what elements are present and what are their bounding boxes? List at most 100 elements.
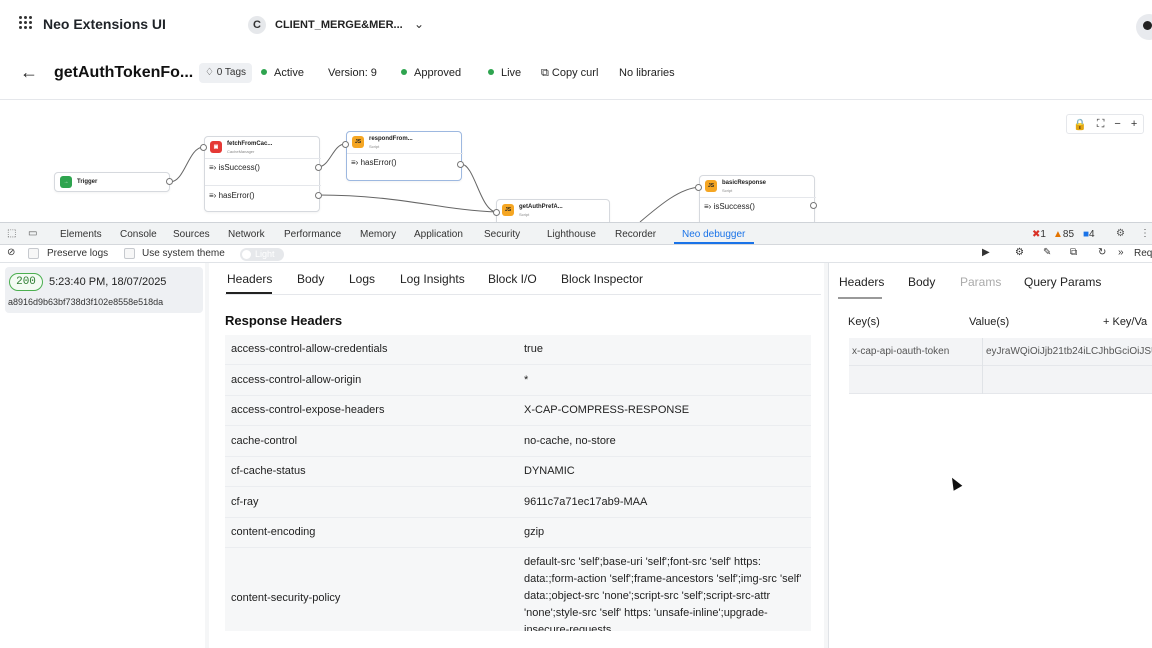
active-dot-icon <box>261 69 267 75</box>
devtools-tab-neo-debugger[interactable]: Neo debugger <box>682 229 745 240</box>
play-icon[interactable]: ▶ <box>982 247 990 258</box>
port-basic-success[interactable] <box>810 202 817 209</box>
tags-badge[interactable]: ♢ 0 Tags <box>199 63 253 83</box>
theme-toggle[interactable]: Light <box>240 248 284 261</box>
devtools-tab-application[interactable]: Application <box>414 229 463 240</box>
tab-log-insights[interactable]: Log Insights <box>400 272 465 286</box>
edge-trigger-fetch <box>169 146 204 183</box>
tab-block-inspector[interactable]: Block Inspector <box>561 272 643 286</box>
port-getauth-in[interactable] <box>493 209 500 216</box>
node-respond[interactable]: JS respondFrom... Script ≡› hasError() <box>346 131 463 181</box>
script-icon: JS <box>352 136 364 148</box>
device-toggle-icon[interactable]: ▭ <box>28 228 37 239</box>
port-basic-in[interactable] <box>695 184 702 191</box>
port-fetch-error[interactable] <box>315 192 322 199</box>
response-headers-table: access-control-allow-credentials true ac… <box>225 335 811 631</box>
column-divider <box>982 338 983 394</box>
double-chevron-icon[interactable]: » <box>1118 247 1124 258</box>
node-trigger[interactable]: → Trigger <box>54 172 170 192</box>
more-vert-icon[interactable]: ⋮ <box>1140 228 1150 239</box>
node-fetch-row-success: ≡› isSuccess() <box>209 163 260 172</box>
back-arrow-icon[interactable]: ← <box>20 62 38 83</box>
port-trigger-out[interactable] <box>166 178 173 185</box>
clear-block-icon[interactable]: ⊘ <box>7 247 15 258</box>
request-label[interactable]: Req <box>1134 248 1152 259</box>
status-active-label: Active <box>274 67 304 79</box>
live-dot-icon <box>488 69 494 75</box>
header-value: X-CAP-COMPRESS-RESPONSE <box>524 404 690 416</box>
zoom-in-icon[interactable]: + <box>1131 118 1137 130</box>
node-basic-divider <box>700 197 816 198</box>
node-fetch[interactable]: ▣ fetchFromCac... CacheManager ≡› isSucc… <box>204 136 321 212</box>
log-item[interactable]: 200 5:23:40 PM, 18/07/2025 a8916d9b63bf7… <box>5 267 203 313</box>
devtools-tab-recorder[interactable]: Recorder <box>615 229 656 240</box>
devtools-tab-sources[interactable]: Sources <box>173 229 210 240</box>
devtools-tab-memory[interactable]: Memory <box>360 229 396 240</box>
message-count-value: 4 <box>1089 229 1095 240</box>
right-tab-headers[interactable]: Headers <box>839 275 884 289</box>
trigger-icon: → <box>60 176 72 188</box>
branch-icon: ≡› <box>704 202 714 211</box>
script-icon: JS <box>502 204 514 216</box>
node-fetch-row-error-label: hasError() <box>218 191 255 200</box>
node-fetch-title: fetchFromCac... <box>227 141 273 147</box>
tab-headers[interactable]: Headers <box>227 272 272 286</box>
fullscreen-icon[interactable]: ⛶ <box>1097 118 1105 131</box>
version-label: Version: 9 <box>328 67 377 79</box>
right-tab-query-params[interactable]: Query Params <box>1024 275 1101 289</box>
node-basic[interactable]: JS basicResponse Script ≡› isSuccess() <box>699 175 816 222</box>
zoom-out-icon[interactable]: − <box>1114 118 1120 130</box>
port-respond-in[interactable] <box>342 141 349 148</box>
branch-icon: ≡› <box>209 163 219 172</box>
workflow-canvas[interactable]: → Trigger ▣ fetchFromCac... CacheManager… <box>0 100 1152 222</box>
chevron-down-icon[interactable]: ⌄ <box>414 17 424 31</box>
user-avatar-icon[interactable] <box>1136 14 1152 40</box>
devtools-tab-performance[interactable]: Performance <box>284 229 341 240</box>
devtools-tab-security[interactable]: Security <box>484 229 520 240</box>
apps-grid-icon[interactable] <box>19 16 33 30</box>
client-avatar[interactable]: C <box>248 16 266 34</box>
lock-icon[interactable]: 🔒 <box>1073 118 1087 131</box>
error-count[interactable]: ✖1 <box>1032 229 1046 240</box>
api-header: ← getAuthTokenFo... ♢ 0 Tags Active Vers… <box>0 48 1152 100</box>
devtools-tab-network[interactable]: Network <box>228 229 265 240</box>
system-theme-checkbox[interactable] <box>124 248 135 259</box>
inspect-icon[interactable]: ⬚ <box>7 228 16 239</box>
devtools-tab-console[interactable]: Console <box>120 229 157 240</box>
active-tab-indicator <box>674 242 754 244</box>
left-resize-handle[interactable] <box>205 263 209 648</box>
port-fetch-success[interactable] <box>315 164 322 171</box>
preserve-logs-checkbox[interactable] <box>28 248 39 259</box>
node-fetch-row-error: ≡› hasError() <box>209 191 255 200</box>
copy-icon[interactable]: ⧉ <box>1070 247 1077 258</box>
devtools-tab-lighthouse[interactable]: Lighthouse <box>547 229 596 240</box>
settings-gear-icon[interactable]: ⚙ <box>1116 228 1125 239</box>
refresh-icon[interactable]: ↻ <box>1098 247 1106 258</box>
request-header-value[interactable]: eyJraWQiOiJjb21tb24iLCJhbGciOiJSUzI1NiJ9 <box>986 346 1152 357</box>
tab-block-io[interactable]: Block I/O <box>488 272 537 286</box>
warning-count[interactable]: ▲85 <box>1053 229 1074 240</box>
copy-curl-button[interactable]: ⧉ Copy curl <box>541 67 598 80</box>
devtools-tab-elements[interactable]: Elements <box>60 229 102 240</box>
branch-icon: ≡› <box>351 158 361 167</box>
node-getauth[interactable]: JS getAuthPrefA... Script <box>496 199 610 222</box>
settings-icon[interactable]: ⚙ <box>1015 247 1024 258</box>
tab-body[interactable]: Body <box>297 272 324 286</box>
app-bar: Neo Extensions UI C CLIENT_MERGE&MER... … <box>0 0 1152 48</box>
edit-icon[interactable]: ✎ <box>1043 247 1051 258</box>
tab-logs[interactable]: Logs <box>349 272 375 286</box>
copy-icon: ⧉ <box>541 67 552 79</box>
message-count[interactable]: ■4 <box>1083 229 1095 240</box>
add-key-value-button[interactable]: + Key/Va <box>1103 316 1147 328</box>
edge-fetch-getauth <box>317 194 498 213</box>
table-row-empty[interactable] <box>849 366 1152 394</box>
right-tab-body[interactable]: Body <box>908 275 935 289</box>
request-header-key[interactable]: x-cap-api-oauth-token <box>852 346 980 357</box>
client-selector[interactable]: CLIENT_MERGE&MER... <box>275 19 403 31</box>
port-fetch-in[interactable] <box>200 144 207 151</box>
node-fetch-row-success-label: isSuccess() <box>218 163 260 172</box>
node-trigger-title: Trigger <box>77 179 98 185</box>
approved-dot-icon <box>401 69 407 75</box>
section-title: Response Headers <box>225 313 343 328</box>
port-respond-error[interactable] <box>457 161 464 168</box>
